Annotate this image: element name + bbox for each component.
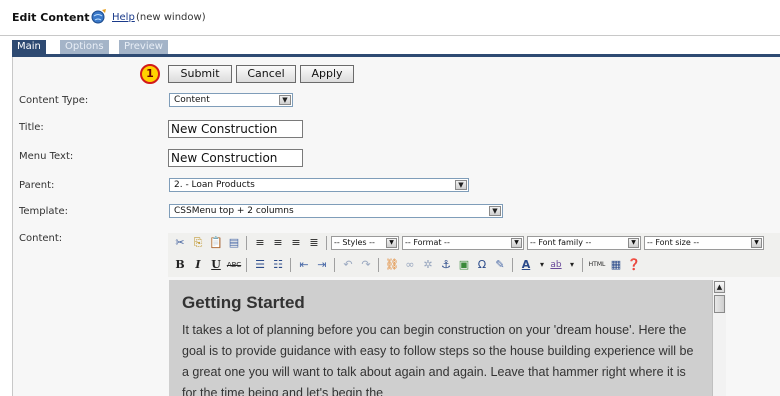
editor-scrollbar[interactable]: ▲ [712,280,726,396]
chevron-down-icon: ▼ [511,238,522,248]
chevron-down-icon: ▼ [279,95,291,105]
anchor-icon[interactable]: ⚓ [438,257,454,273]
html-icon[interactable]: HTML [588,257,606,273]
menu-text-input[interactable]: New Construction [168,149,303,167]
help-icon[interactable]: ❓ [626,257,642,273]
toolbar-separator [326,236,327,250]
indent-icon[interactable]: ⇥ [314,257,330,273]
numbered-list-icon[interactable]: ☷ [270,257,286,273]
image-icon[interactable]: ▣ [456,257,472,273]
page-title: Edit Content [12,11,90,24]
page-header: Edit Content Help (new window) [0,0,780,36]
template-select[interactable]: CSSMenu top + 2 columns ▼ [169,204,503,218]
styles-value: -- Styles -- [334,238,375,247]
bullet-list-icon[interactable]: ☰ [252,257,268,273]
align-left-icon[interactable]: ≡ [252,235,268,251]
title-label: Title: [19,122,44,133]
chevron-down-icon: ▼ [751,238,762,248]
undo-icon[interactable]: ↶ [340,257,356,273]
parent-select[interactable]: 2. - Loan Products ▼ [169,178,469,192]
toolbar-separator [246,258,247,272]
cancel-button[interactable]: Cancel [236,65,296,83]
content-editor[interactable]: Getting Started It takes a lot of planni… [169,280,712,396]
paste-text-icon[interactable]: ▤ [226,235,242,251]
unlink-icon[interactable]: ∞ [402,257,418,273]
toolbar-separator [582,258,583,272]
format-select[interactable]: -- Format -- ▼ [402,236,524,250]
editor-heading: Getting Started [182,293,305,312]
content-type-label: Content Type: [19,95,89,106]
menu-text-label: Menu Text: [19,151,74,162]
paste-icon[interactable]: 📋 [208,235,224,251]
font-size-value: -- Font size -- [647,238,700,247]
align-center-icon[interactable]: ≡ [270,235,286,251]
copy-icon[interactable]: ⎘ [190,235,206,251]
unlink2-icon[interactable]: ✲ [420,257,436,273]
template-label: Template: [19,206,68,217]
chevron-down-icon: ▼ [386,238,397,248]
scroll-thumb[interactable] [714,295,725,313]
toolbar-separator [246,236,247,250]
scroll-up-icon[interactable]: ▲ [714,281,725,293]
link-icon[interactable]: ⛓ [384,257,400,273]
parent-value: 2. - Loan Products [174,180,255,190]
template-value: CSSMenu top + 2 columns [174,206,294,216]
toolbar-separator [512,258,513,272]
help-link[interactable]: Help [112,12,135,23]
title-input[interactable]: New Construction [168,120,303,138]
step-callout-badge: 1 [140,64,160,84]
underline-icon[interactable]: U [208,257,224,273]
font-size-select[interactable]: -- Font size -- ▼ [644,236,764,250]
toolbar-separator [334,258,335,272]
content-type-value: Content [174,95,210,105]
editor-toolbar: ✂ ⎘ 📋 ▤ ≡ ≡ ≡ ≣ -- Styles -- ▼ -- Format… [168,233,780,277]
highlight-dropdown-icon[interactable]: ▾ [564,257,580,273]
chevron-down-icon: ▼ [455,180,467,190]
italic-icon[interactable]: I [190,257,206,273]
redo-icon[interactable]: ↷ [358,257,374,273]
align-right-icon[interactable]: ≡ [288,235,304,251]
strikethrough-icon[interactable]: ABC [226,257,242,273]
cut-icon[interactable]: ✂ [172,235,188,251]
content-type-select[interactable]: Content ▼ [169,93,293,107]
special-char-icon[interactable]: Ω [474,257,490,273]
bold-icon[interactable]: B [172,257,188,273]
toolbar-separator [290,258,291,272]
content-label: Content: [19,233,63,244]
tab-main[interactable]: Main [12,40,46,54]
highlight-color-icon[interactable]: ab [548,257,564,273]
help-new-window-note: (new window) [136,12,206,23]
styles-select[interactable]: -- Styles -- ▼ [331,236,399,250]
toolbar-separator [378,258,379,272]
chevron-down-icon: ▼ [489,206,501,216]
align-justify-icon[interactable]: ≣ [306,235,322,251]
tab-preview[interactable]: Preview [119,40,168,54]
cleanup-icon[interactable]: ✎ [492,257,508,273]
submit-button[interactable]: Submit [168,65,232,83]
text-color-icon[interactable]: A [518,257,534,273]
font-family-value: -- Font family -- [530,238,592,247]
fullscreen-icon[interactable]: ▦ [608,257,624,273]
outdent-icon[interactable]: ⇤ [296,257,312,273]
apply-button[interactable]: Apply [300,65,354,83]
chevron-down-icon: ▼ [628,238,639,248]
parent-label: Parent: [19,180,55,191]
font-family-select[interactable]: -- Font family -- ▼ [527,236,641,250]
editor-body-text: It takes a lot of planning before you ca… [182,323,694,396]
tab-options[interactable]: Options [60,40,109,54]
help-globe-icon[interactable] [90,8,108,24]
format-value: -- Format -- [405,238,450,247]
